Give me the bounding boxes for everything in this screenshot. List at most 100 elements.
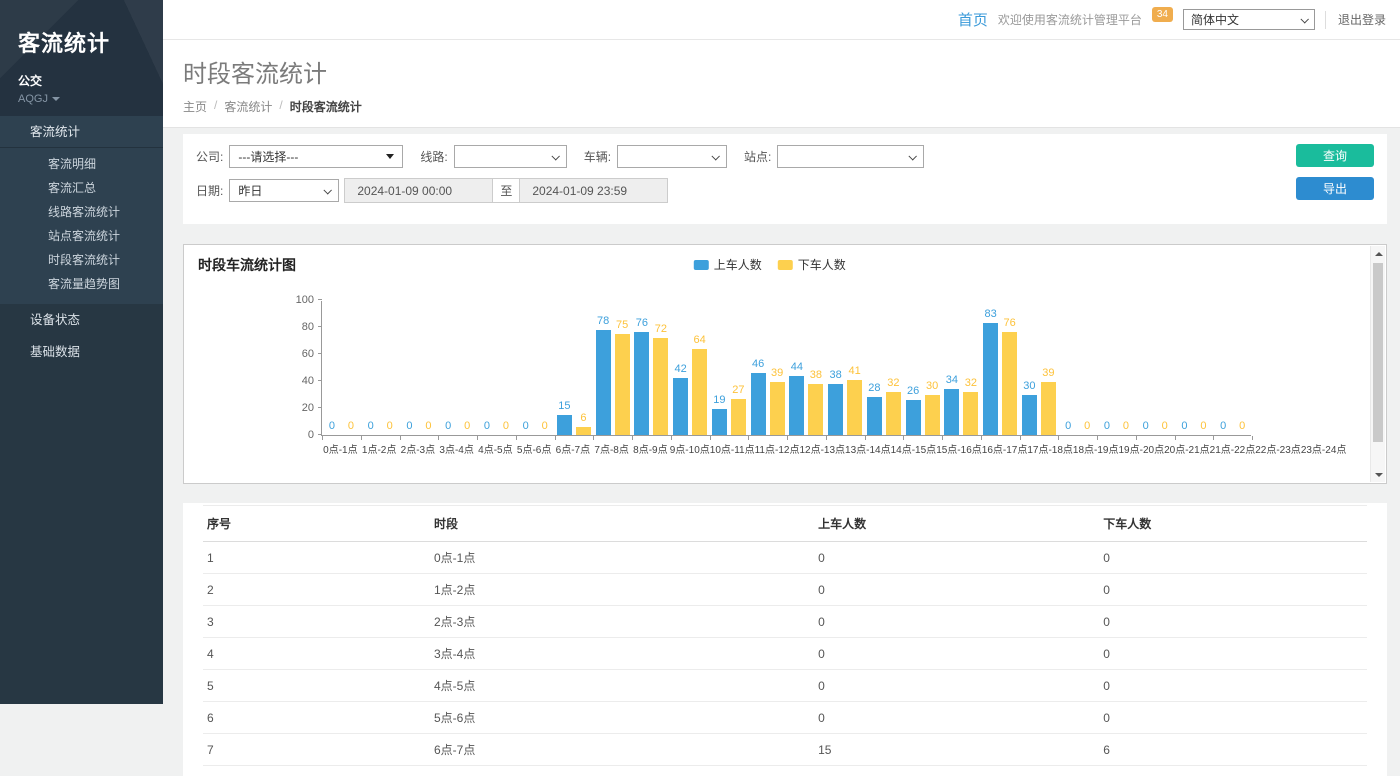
scrollbar-thumb[interactable] [1373,263,1383,442]
company-select[interactable]: ---请选择--- [229,145,403,168]
vehicle-select[interactable] [617,145,727,168]
sidebar-subitem[interactable]: 线路客流统计 [0,200,163,224]
x-axis-tick [1213,436,1214,440]
home-link[interactable]: 首页 [958,9,988,30]
table-cell: 0 [814,638,1099,670]
scroll-up-button[interactable] [1371,246,1386,261]
sidebar-item-passenger-stats[interactable]: 客流统计 [0,116,163,148]
bar-column: 15 [557,301,572,435]
table-cell: 0 [1099,606,1367,638]
date-from-input[interactable]: 2024-01-09 00:00 [345,179,492,202]
y-axis-tick [318,380,322,381]
x-axis-tick [787,436,788,440]
chart-scrollbar[interactable] [1370,246,1385,482]
y-axis-tick [318,353,322,354]
x-axis-tick [593,436,594,440]
legend-swatch [694,260,709,270]
sidebar-subitem[interactable]: 客流明细 [0,152,163,176]
legend-item[interactable]: 上车人数 [694,256,762,273]
bar-value-label: 0 [1220,420,1226,432]
export-button[interactable]: 导出 [1296,177,1374,200]
x-axis-label: 3点-4点 [437,436,476,456]
bar-column: 27 [731,301,746,435]
bar-column: 0 [1099,301,1114,435]
breadcrumb-passenger-stats[interactable]: 客流统计 [224,98,272,115]
bar-column: 76 [1002,301,1017,435]
bar-column: 0 [518,301,533,435]
company-label: 公司: [196,148,223,165]
y-axis-tick [318,299,322,300]
language-select[interactable]: 简体中文 [1183,9,1315,30]
chevron-down-icon [909,152,917,160]
table-cell: 6 [1099,734,1367,766]
bar-value-label: 0 [1084,420,1090,432]
bar-column: 39 [1041,301,1056,435]
table-cell: 0 [814,702,1099,734]
bar [596,330,611,435]
station-select[interactable] [777,145,924,168]
date-to-input[interactable]: 2024-01-09 23:59 [520,179,667,202]
legend-swatch [778,260,793,270]
bar-value-label: 0 [1239,420,1245,432]
x-axis-label: 16点-17点 [982,436,1028,456]
table-cell: 15 [814,734,1099,766]
x-axis-tick [942,436,943,440]
bar-value-label: 0 [1065,420,1071,432]
bar-value-label: 6 [580,412,586,424]
breadcrumb-home[interactable]: 主页 [183,98,207,115]
query-button[interactable]: 查询 [1296,144,1374,167]
table-cell: 2点-3点 [430,606,814,638]
bar-column: 78 [596,301,611,435]
bar [557,415,572,435]
line-label: 线路: [420,148,447,165]
bar-group: 00 [1213,301,1252,435]
bar-value-label: 0 [1200,420,1206,432]
logout-link[interactable]: 退出登录 [1325,11,1386,29]
org-code-dropdown[interactable]: AQGJ [18,93,163,105]
y-axis-tick-label: 40 [282,375,314,387]
bar [983,323,998,435]
table-cell: 6 [203,702,430,734]
bar-column: 0 [1235,301,1250,435]
bar-column: 38 [828,301,843,435]
sidebar-subitem[interactable]: 客流量趋势图 [0,272,163,296]
sidebar-subitem[interactable]: 站点客流统计 [0,224,163,248]
caret-down-icon [52,97,60,101]
bar [653,338,668,435]
bar-value-label: 75 [616,319,628,331]
sidebar-item-device-status[interactable]: 设备状态 [0,304,163,336]
sidebar-subitem[interactable]: 时段客流统计 [0,248,163,272]
org-name: 公交 [18,72,163,89]
x-axis-label: 6点-7点 [554,436,593,456]
date-preset-select[interactable]: 昨日 [229,179,339,202]
brand-area: 客流统计 公交 AQGJ [0,0,163,116]
x-axis-label: 15点-16点 [936,436,982,456]
bar-column: 30 [925,301,940,435]
sidebar-subitem[interactable]: 客流汇总 [0,176,163,200]
notification-badge[interactable]: 34 [1152,7,1173,22]
bar-value-label: 0 [523,420,529,432]
table-cell: 2 [203,574,430,606]
y-axis-tick [318,407,322,408]
bar-column: 0 [460,301,475,435]
topbar: 首页 欢迎使用客流统计管理平台 34 简体中文 退出登录 [163,0,1400,40]
table-row: 21点-2点00 [203,574,1367,606]
bar-column: 0 [1080,301,1095,435]
breadcrumb-separator: / [279,98,282,115]
table-cell: 0 [814,670,1099,702]
table-row: 43点-4点00 [203,638,1367,670]
bar-column: 42 [673,301,688,435]
sidebar-item-base-data[interactable]: 基础数据 [0,336,163,368]
table-cell: 5 [203,670,430,702]
bar-column: 64 [692,301,707,435]
table-cell: 4 [203,638,430,670]
line-select[interactable] [454,145,567,168]
legend-item[interactable]: 下车人数 [778,256,846,273]
x-axis-tick [748,436,749,440]
bar-value-label: 42 [675,363,687,375]
bar [712,409,727,435]
bar-value-label: 76 [636,317,648,329]
bar-value-label: 28 [868,382,880,394]
scroll-down-button[interactable] [1371,467,1386,482]
table-cell: 5点-6点 [430,702,814,734]
